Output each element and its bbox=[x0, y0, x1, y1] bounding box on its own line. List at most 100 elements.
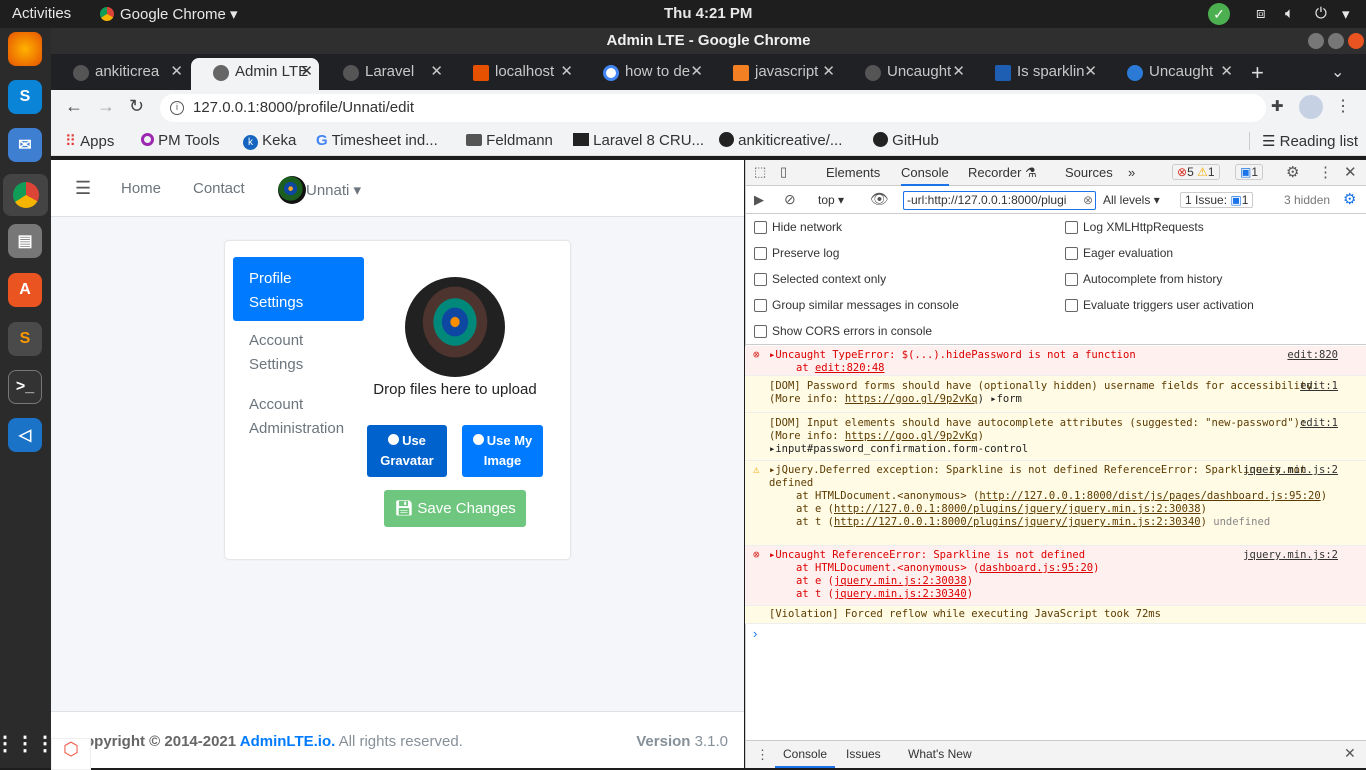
address-bar[interactable]: i 127.0.0.1:8000/profile/Unnati/edit bbox=[160, 94, 1266, 122]
stack-link[interactable]: http://127.0.0.1:8000/plugins/jquery/jqu… bbox=[834, 516, 1201, 528]
close-tab-icon[interactable]: ✕ bbox=[170, 58, 183, 86]
tab-4[interactable]: localhost ✕ bbox=[451, 58, 579, 90]
drawer-tab-console[interactable]: Console bbox=[775, 747, 836, 768]
info-link[interactable]: https://goo.gl/9p2vKq bbox=[845, 393, 978, 405]
element-link[interactable]: ▸input#password_confirmation.form-contro… bbox=[769, 443, 1336, 456]
files-icon[interactable]: ▤ bbox=[8, 224, 42, 258]
save-changes-button[interactable]: 💾︎ Save Changes bbox=[384, 490, 526, 527]
settings-gear-icon[interactable]: ⚙ bbox=[1286, 163, 1299, 181]
sublime-icon[interactable]: S bbox=[8, 322, 42, 356]
extensions-icon[interactable]: ✚ bbox=[1271, 97, 1284, 115]
back-icon[interactable]: ← bbox=[65, 96, 83, 117]
close-tab-icon[interactable]: ✕ bbox=[1220, 58, 1233, 86]
group-similar-checkbox[interactable]: Group similar messages in console bbox=[754, 298, 959, 312]
bookmark-github[interactable]: GitHub bbox=[873, 132, 939, 149]
tab-3[interactable]: Laravel ✕ bbox=[321, 58, 449, 90]
sidebar-toggle-icon[interactable]: ▶︎ bbox=[754, 192, 764, 208]
selected-context-checkbox[interactable]: Selected context only bbox=[754, 272, 886, 286]
software-icon[interactable]: A bbox=[8, 273, 42, 307]
log-levels-select[interactable]: All levels ▾ bbox=[1103, 193, 1160, 207]
message-source-link[interactable]: jquery.min.js:2 bbox=[1243, 549, 1338, 562]
show-cors-checkbox[interactable]: Show CORS errors in console bbox=[754, 324, 932, 338]
tab-9[interactable]: Uncaught ✕ bbox=[1105, 58, 1239, 90]
tab-1[interactable]: ankiticrea ✕ bbox=[51, 58, 189, 90]
power-icon[interactable]: ⏻ bbox=[1315, 5, 1327, 22]
evaluate-triggers-checkbox[interactable]: Evaluate triggers user activation bbox=[1065, 298, 1254, 312]
forward-icon[interactable]: → bbox=[97, 96, 115, 117]
chrome-dock-icon[interactable] bbox=[3, 174, 48, 216]
close-tab-icon[interactable]: ✕ bbox=[300, 58, 313, 86]
clock[interactable]: Thu 4:21 PM bbox=[664, 5, 752, 22]
console-message-error-2[interactable]: ⊗ ▸Uncaught ReferenceError: Sparkline is… bbox=[745, 546, 1366, 606]
clear-console-icon[interactable]: ⊘ bbox=[784, 191, 796, 208]
chrome-menu-icon[interactable]: ⋮ bbox=[1335, 96, 1351, 116]
console-filter-input[interactable]: -url:http://127.0.0.1:8000/plugi ⊗ bbox=[903, 191, 1096, 210]
live-expression-eye-icon[interactable]: 👁︎ bbox=[870, 190, 889, 208]
close-tab-icon[interactable]: ✕ bbox=[822, 58, 835, 86]
console-message-dom[interactable]: [DOM] Password forms should have (option… bbox=[745, 376, 1366, 413]
profile-avatar-icon[interactable] bbox=[1299, 95, 1323, 119]
show-apps-icon[interactable]: ⋮⋮⋮ bbox=[0, 726, 55, 760]
clear-filter-icon[interactable]: ⊗ bbox=[1083, 192, 1093, 209]
reading-list-button[interactable]: ☰ Reading list bbox=[1249, 132, 1358, 150]
menu-profile-settings[interactable]: Profile Settings bbox=[233, 257, 364, 321]
close-tab-icon[interactable]: ✕ bbox=[952, 58, 965, 86]
tab-7[interactable]: Uncaught ✕ bbox=[843, 58, 971, 90]
bookmark-keka[interactable]: k Keka bbox=[243, 132, 296, 150]
stack-link[interactable]: dashboard.js:95:20 bbox=[979, 562, 1093, 574]
autocomplete-checkbox[interactable]: Autocomplete from history bbox=[1065, 272, 1222, 286]
error-counter[interactable]: ⊗5 ⚠1 bbox=[1172, 164, 1220, 180]
message-source-link[interactable]: jquery.min.js:2 bbox=[1243, 464, 1338, 477]
reload-icon[interactable]: ↻ bbox=[129, 96, 144, 117]
tab-6[interactable]: javascript ✕ bbox=[711, 58, 841, 90]
stack-link[interactable]: edit:820:48 bbox=[815, 362, 885, 374]
info-link[interactable]: https://goo.gl/9p2vKq bbox=[845, 430, 978, 442]
menu-account-administration[interactable]: Account Administration bbox=[233, 393, 364, 441]
close-tab-icon[interactable]: ✕ bbox=[690, 58, 703, 86]
info-icon[interactable]: i bbox=[170, 101, 184, 115]
info-counter[interactable]: ▣1 bbox=[1235, 164, 1264, 180]
tab-2[interactable]: Admin LTE ✕ bbox=[191, 58, 319, 90]
system-menu-chevron-icon[interactable]: ▾ bbox=[1342, 5, 1350, 23]
nav-contact[interactable]: Contact bbox=[193, 180, 245, 197]
more-tabs-icon[interactable]: » bbox=[1128, 165, 1135, 180]
drawer-tab-whats-new[interactable]: What's New bbox=[908, 747, 972, 761]
close-drawer-icon[interactable]: ✕ bbox=[1344, 745, 1356, 762]
nav-home[interactable]: Home bbox=[121, 180, 161, 197]
menu-account-settings[interactable]: Account Settings bbox=[233, 329, 364, 377]
maximize-button[interactable] bbox=[1328, 33, 1344, 49]
console-prompt[interactable]: › bbox=[745, 626, 1366, 646]
tab-console[interactable]: Console bbox=[901, 165, 949, 186]
use-gravatar-button[interactable]: Use Gravatar bbox=[367, 425, 447, 477]
drawer-tab-issues[interactable]: Issues bbox=[846, 747, 881, 761]
stack-link[interactable]: http://127.0.0.1:8000/dist/js/pages/dash… bbox=[979, 490, 1320, 502]
new-tab-icon[interactable]: + bbox=[1251, 60, 1264, 86]
console-message-error[interactable]: ⊗ ▸Uncaught TypeError: $(...).hidePasswo… bbox=[745, 346, 1366, 376]
tab-5[interactable]: how to de ✕ bbox=[581, 58, 709, 90]
device-toolbar-icon[interactable]: ▯ bbox=[780, 164, 787, 180]
bookmark-apps[interactable]: ⠿ Apps bbox=[65, 132, 114, 150]
inspect-icon[interactable]: ⬚ bbox=[754, 164, 766, 180]
close-tab-icon[interactable]: ✕ bbox=[560, 58, 573, 86]
close-tab-icon[interactable]: ✕ bbox=[430, 58, 443, 86]
close-devtools-icon[interactable]: ✕ bbox=[1344, 163, 1357, 181]
close-window-button[interactable] bbox=[1348, 33, 1364, 49]
thunderbird-icon[interactable]: ✉ bbox=[8, 128, 42, 162]
hide-network-checkbox[interactable]: Hide network bbox=[754, 220, 842, 234]
log-xhr-checkbox[interactable]: Log XMLHttpRequests bbox=[1065, 220, 1204, 234]
bookmark-feldmann[interactable]: Feldmann bbox=[466, 132, 553, 149]
tab-8[interactable]: Is sparklin ✕ bbox=[973, 58, 1103, 90]
close-tab-icon[interactable]: ✕ bbox=[1084, 58, 1097, 86]
tab-search-chevron-icon[interactable]: ⌄ bbox=[1331, 62, 1344, 82]
tab-sources[interactable]: Sources bbox=[1065, 165, 1113, 180]
eager-eval-checkbox[interactable]: Eager evaluation bbox=[1065, 246, 1173, 260]
stack-link[interactable]: jquery.min.js:2:30340 bbox=[834, 588, 967, 600]
tab-elements[interactable]: Elements bbox=[826, 165, 880, 180]
user-menu[interactable]: Unnati ▾ bbox=[278, 176, 361, 204]
use-my-image-button[interactable]: Use My Image bbox=[462, 425, 543, 477]
issues-button[interactable]: 1 Issue: ▣1 bbox=[1180, 192, 1254, 208]
drawer-menu-icon[interactable]: ⋮ bbox=[756, 747, 769, 763]
radio-icon[interactable] bbox=[472, 434, 484, 445]
hamburger-icon[interactable]: ☰ bbox=[75, 178, 91, 199]
drop-zone-text[interactable]: Drop files here to upload bbox=[365, 381, 545, 398]
